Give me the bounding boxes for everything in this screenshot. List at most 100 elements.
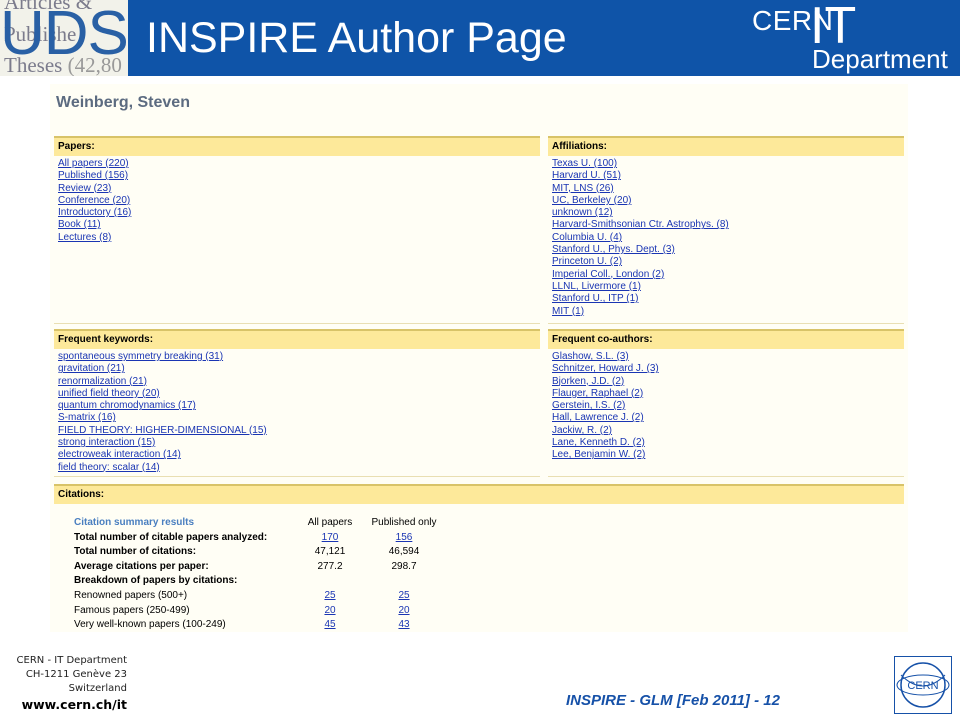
list-item-link[interactable]: Lee, Benjamin W. (2)	[552, 449, 645, 460]
list-item: Stanford U., ITP (1)	[552, 293, 904, 305]
famous-all-link[interactable]: 20	[324, 605, 335, 616]
row-label: Breakdown of papers by citations:	[74, 575, 238, 587]
col-header-published: Published only	[371, 517, 437, 528]
footer-address-line: Switzerland	[68, 683, 127, 694]
list-item-link[interactable]: Gerstein, I.S. (2)	[552, 400, 625, 411]
footer-address-line: CH-1211 Genève 23	[25, 669, 127, 680]
keywords-heading: Frequent keywords:	[54, 329, 540, 349]
citable-all-link[interactable]: 170	[322, 532, 339, 543]
wellknown-all-link[interactable]: 45	[324, 619, 335, 630]
papers-body: All papers (220) Published (156) Review (2…	[54, 156, 540, 324]
list-item-link[interactable]: Glashow, S.L. (3)	[552, 351, 629, 362]
citation-summary-title: Citation summary results	[74, 517, 195, 528]
list-item-link[interactable]: Texas U. (100)	[552, 158, 617, 169]
table-row: Average citations per paper: 277.2 298.7	[74, 560, 444, 575]
list-item-link[interactable]: gravitation (21)	[58, 363, 125, 374]
list-item-link[interactable]: Bjorken, J.D. (2)	[552, 376, 624, 387]
row-value: 47,121	[314, 546, 346, 558]
list-item-link[interactable]: Stanford U., Phys. Dept. (3)	[552, 244, 675, 255]
list-item: Flauger, Raphael (2)	[552, 388, 904, 400]
list-item-link[interactable]: unknown (12)	[552, 207, 613, 218]
table-row: Total number of citable papers analyzed:…	[74, 531, 444, 546]
list-item-link[interactable]: Hall, Lawrence J. (2)	[552, 412, 644, 423]
header-banner: Articles & Publishe Theses (42,80 UDS IN…	[0, 0, 960, 76]
list-item-link[interactable]: renormalization (21)	[58, 376, 147, 387]
wellknown-published-link[interactable]: 43	[398, 619, 409, 630]
coauthors-list: Glashow, S.L. (3) Schnitzer, Howard J. (3…	[552, 351, 904, 462]
list-item-link[interactable]: spontaneous symmetry breaking (31)	[58, 351, 223, 362]
list-item-link[interactable]: Stanford U., ITP (1)	[552, 293, 639, 304]
list-item: strong interaction (15)	[58, 437, 540, 449]
list-item-link[interactable]: LLNL, Livermore (1)	[552, 281, 641, 292]
list-item: All papers (220)	[58, 158, 540, 170]
list-item-link[interactable]: unified field theory (20)	[58, 388, 160, 399]
list-item: Published (156)	[58, 170, 540, 182]
table-row: Very well-known papers (100-249) 45 43	[74, 618, 444, 632]
keywords-body: spontaneous symmetry breaking (31) gravit…	[54, 349, 540, 477]
list-item: Bjorken, J.D. (2)	[552, 376, 904, 388]
list-item-link[interactable]: field theory: scalar (14)	[58, 462, 160, 473]
list-item-link[interactable]: Harvard-Smithsonian Ctr. Astrophys. (8)	[552, 219, 729, 230]
renowned-all-link[interactable]: 25	[324, 590, 335, 601]
coauthors-panel: Frequent co-authors: Glashow, S.L. (3) Sc…	[548, 329, 904, 477]
list-item-link[interactable]: Introductory (16)	[58, 207, 131, 218]
list-item: FIELD THEORY: HIGHER-DIMENSIONAL (15)	[58, 425, 540, 437]
list-item: Hall, Lawrence J. (2)	[552, 412, 904, 424]
list-item-link[interactable]: Lane, Kenneth D. (2)	[552, 437, 645, 448]
table-row: Renowned papers (500+) 25 25	[74, 589, 444, 604]
list-item: Harvard U. (51)	[552, 170, 904, 182]
footer-url: www.cern.ch/it	[21, 697, 127, 712]
cern-badge-icon: CERN	[894, 656, 952, 714]
list-item-link[interactable]: Book (11)	[58, 219, 101, 230]
list-item-link[interactable]: quantum chromodynamics (17)	[58, 400, 196, 411]
list-item-link[interactable]: Jackiw, R. (2)	[552, 425, 612, 436]
list-item-link[interactable]: Princeton U. (2)	[552, 256, 622, 267]
row-label: Very well-known papers (100-249)	[74, 619, 226, 631]
list-item: unified field theory (20)	[58, 388, 540, 400]
papers-panel: Papers: All papers (220) Published (156) R…	[54, 136, 540, 324]
coauthors-heading: Frequent co-authors:	[548, 329, 904, 349]
list-item: LLNL, Livermore (1)	[552, 281, 904, 293]
list-item-link[interactable]: Conference (20)	[58, 195, 130, 206]
list-item-link[interactable]: MIT (1)	[552, 306, 584, 317]
list-item-link[interactable]: Harvard U. (51)	[552, 170, 621, 181]
table-row: Famous papers (250-499) 20 20	[74, 604, 444, 619]
row-value: 277.2	[317, 560, 343, 572]
row-value: 46,594	[388, 546, 420, 558]
list-item: Lectures (8)	[58, 232, 540, 244]
affiliations-heading: Affiliations:	[548, 136, 904, 156]
list-item-link[interactable]: Published (156)	[58, 170, 128, 181]
list-item-link[interactable]: All papers (220)	[58, 158, 129, 169]
keywords-panel: Frequent keywords: spontaneous symmetry …	[54, 329, 540, 477]
citation-summary-table: Citation summary results All papers Publ…	[74, 516, 444, 632]
list-item: renormalization (21)	[58, 376, 540, 388]
list-item-link[interactable]: FIELD THEORY: HIGHER-DIMENSIONAL (15)	[58, 425, 267, 436]
list-item-link[interactable]: Schnitzer, Howard J. (3)	[552, 363, 659, 374]
list-item: Princeton U. (2)	[552, 256, 904, 268]
list-item: UC, Berkeley (20)	[552, 195, 904, 207]
list-item-link[interactable]: Review (23)	[58, 183, 111, 194]
cern-it-logo: CERN IT Department	[752, 0, 952, 74]
list-item-link[interactable]: UC, Berkeley (20)	[552, 195, 631, 206]
list-item-link[interactable]: S-matrix (16)	[58, 412, 116, 423]
list-item-link[interactable]: Lectures (8)	[58, 232, 111, 243]
list-item: Gerstein, I.S. (2)	[552, 400, 904, 412]
citable-published-link[interactable]: 156	[396, 532, 413, 543]
list-item: Book (11)	[58, 219, 540, 231]
list-item: field theory: scalar (14)	[58, 462, 540, 474]
row-label: Renowned papers (500+)	[74, 589, 188, 601]
list-item: Glashow, S.L. (3)	[552, 351, 904, 363]
list-item-link[interactable]: strong interaction (15)	[58, 437, 155, 448]
footer-address-line: CERN - IT Department	[16, 655, 127, 666]
famous-published-link[interactable]: 20	[398, 605, 409, 616]
list-item-link[interactable]: Flauger, Raphael (2)	[552, 388, 643, 399]
list-item-link[interactable]: Columbia U. (4)	[552, 232, 622, 243]
list-item-link[interactable]: Imperial Coll., London (2)	[552, 269, 664, 280]
list-item: quantum chromodynamics (17)	[58, 400, 540, 412]
list-item: Schnitzer, Howard J. (3)	[552, 363, 904, 375]
list-item-link[interactable]: MIT, LNS (26)	[552, 183, 614, 194]
keywords-list: spontaneous symmetry breaking (31) gravit…	[58, 351, 540, 474]
renowned-published-link[interactable]: 25	[398, 590, 409, 601]
list-item-link[interactable]: electroweak interaction (14)	[58, 449, 181, 460]
list-item: gravitation (21)	[58, 363, 540, 375]
